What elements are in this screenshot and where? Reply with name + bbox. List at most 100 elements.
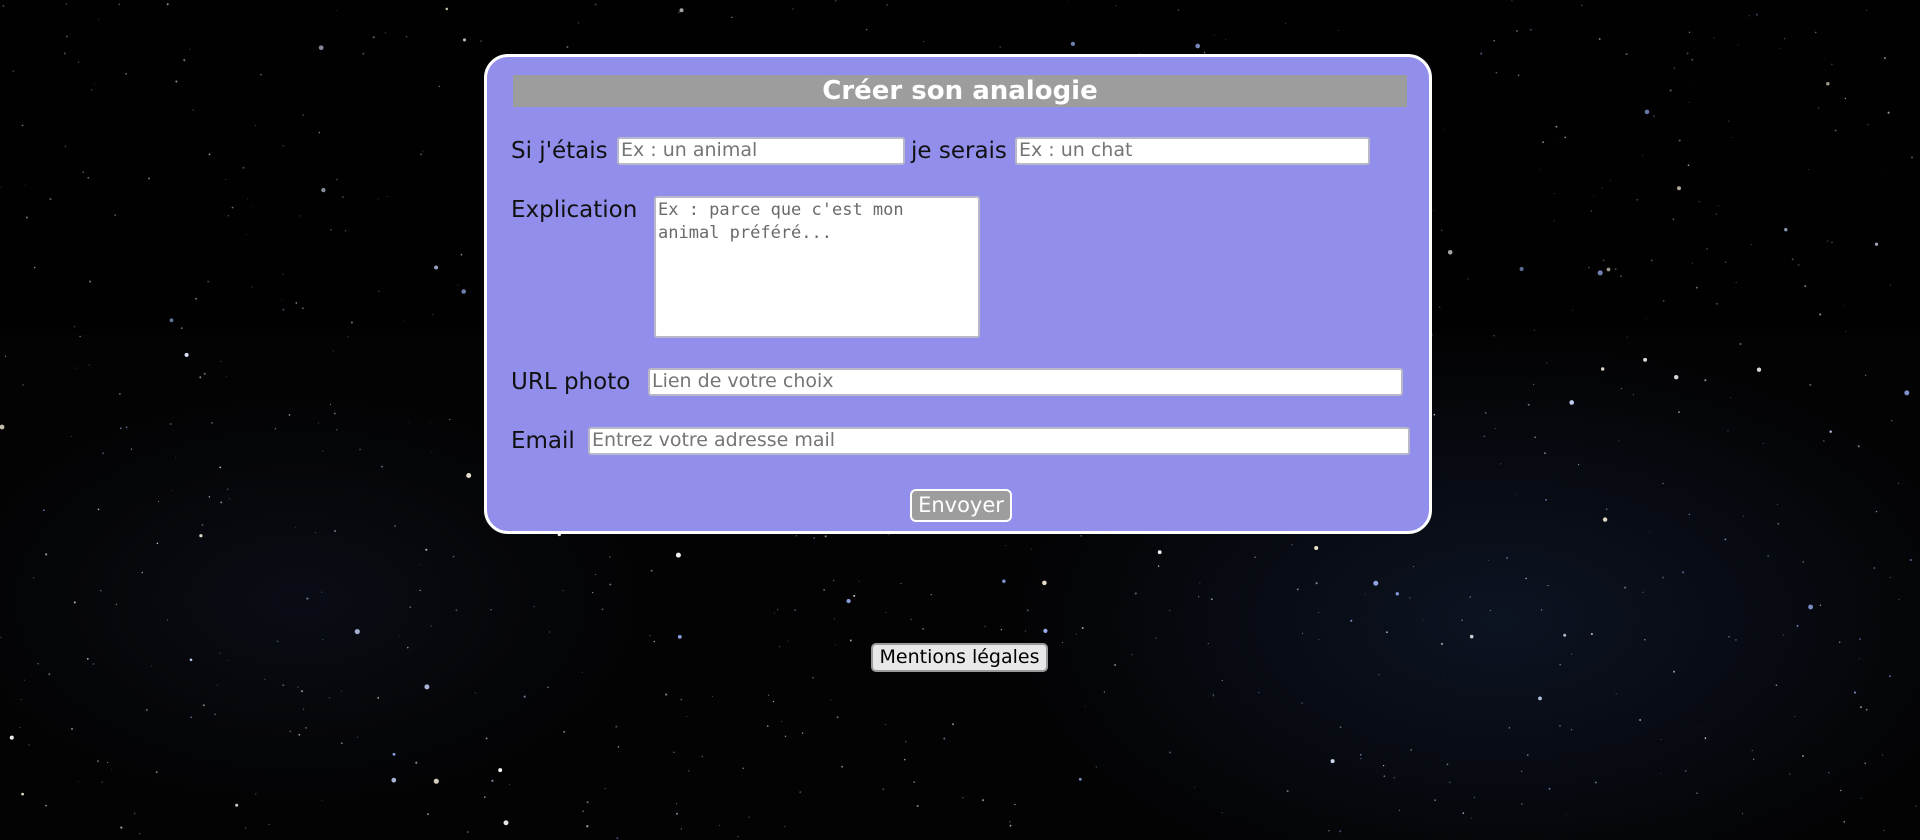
star	[834, 618, 835, 620]
star	[1042, 588, 1044, 590]
star	[25, 216, 28, 219]
star	[1688, 513, 1690, 516]
star	[586, 825, 589, 828]
star	[1615, 692, 1617, 695]
star	[1624, 586, 1627, 589]
star	[1643, 357, 1648, 362]
star	[250, 207, 252, 209]
star	[1470, 817, 1472, 819]
star	[981, 799, 985, 802]
star	[125, 72, 128, 75]
star	[1538, 696, 1542, 701]
star	[336, 178, 338, 181]
star	[408, 422, 410, 424]
star	[1221, 679, 1223, 682]
star	[282, 273, 285, 276]
star	[141, 571, 144, 574]
star	[1360, 757, 1362, 760]
star	[1542, 141, 1544, 144]
je-serais-input[interactable]: Ex : un chat	[1015, 137, 1370, 165]
email-input[interactable]: Entrez votre adresse mail	[588, 427, 1410, 455]
send-button[interactable]: Envoyer	[910, 489, 1012, 522]
star	[1602, 259, 1605, 262]
star	[1669, 89, 1672, 92]
star	[665, 693, 668, 696]
star	[1103, 691, 1106, 693]
star	[82, 171, 85, 174]
star	[1809, 383, 1812, 386]
star	[1864, 762, 1866, 764]
star	[460, 253, 463, 256]
star	[362, 52, 365, 55]
star	[1695, 286, 1698, 289]
analogy-form-card: Créer son analogie Si j'étais Ex : un an…	[484, 54, 1432, 534]
star	[910, 618, 912, 621]
star	[1489, 610, 1491, 611]
star	[37, 662, 40, 665]
star	[420, 153, 423, 156]
star	[1662, 300, 1665, 302]
legal-notice-button[interactable]: Mentions légales	[871, 643, 1048, 672]
star	[1843, 820, 1846, 823]
star	[1789, 773, 1791, 775]
star	[922, 627, 925, 631]
star	[1564, 136, 1567, 139]
star	[1673, 374, 1679, 380]
star	[1383, 775, 1386, 777]
star	[1212, 694, 1215, 697]
star	[219, 466, 222, 469]
star	[1443, 129, 1445, 130]
star	[1641, 154, 1644, 156]
star	[787, 640, 789, 642]
star	[430, 625, 432, 627]
star	[318, 131, 321, 134]
star	[1315, 582, 1318, 585]
url-photo-input[interactable]: Lien de votre choix	[648, 368, 1403, 396]
star	[1653, 115, 1655, 117]
star	[1569, 400, 1575, 405]
star	[712, 695, 713, 697]
star	[305, 727, 307, 729]
star	[466, 473, 472, 478]
star	[1866, 9, 1868, 11]
star	[767, 694, 770, 697]
star	[115, 603, 118, 606]
star	[1875, 510, 1878, 513]
star	[1559, 664, 1561, 666]
explication-textarea[interactable]: Ex : parce que c'est mon animal préféré.…	[654, 196, 980, 338]
star	[170, 489, 172, 491]
star	[226, 376, 227, 378]
si-etais-input[interactable]: Ex : un animal	[617, 137, 905, 165]
star	[1339, 726, 1342, 729]
star	[70, 436, 72, 437]
star	[1686, 52, 1689, 55]
star	[1078, 777, 1082, 781]
star	[731, 16, 733, 19]
star	[294, 526, 296, 528]
star	[1826, 240, 1829, 242]
star	[461, 289, 466, 294]
star	[1706, 248, 1708, 250]
star	[1433, 413, 1436, 416]
star	[377, 697, 380, 699]
star	[1339, 830, 1342, 833]
star	[686, 716, 688, 717]
star	[1000, 629, 1003, 631]
star	[1762, 443, 1764, 444]
star	[1826, 82, 1830, 86]
star	[772, 700, 775, 703]
star	[1609, 180, 1611, 182]
star	[201, 523, 204, 526]
star	[282, 144, 284, 147]
star	[1538, 169, 1540, 171]
star	[1717, 205, 1719, 207]
star	[1258, 691, 1260, 694]
star	[687, 769, 690, 772]
star	[679, 8, 684, 13]
star	[673, 751, 675, 753]
star	[64, 145, 67, 148]
star	[594, 3, 597, 6]
star	[1767, 555, 1769, 557]
star	[1886, 172, 1887, 174]
star	[1519, 266, 1524, 272]
